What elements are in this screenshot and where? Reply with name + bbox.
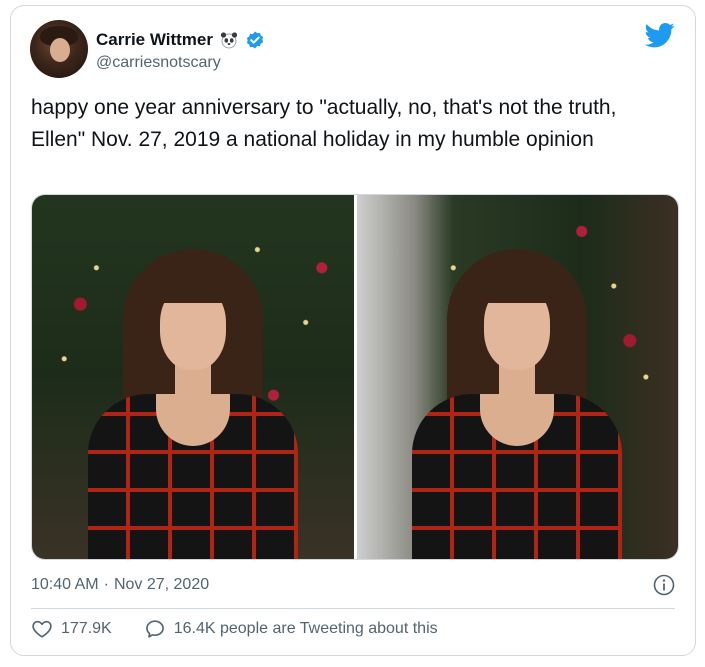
conversation-text: 16.4K people are Tweeting about this bbox=[173, 620, 438, 637]
tweet-photo-2[interactable] bbox=[356, 195, 678, 559]
tweet-media-grid bbox=[31, 194, 679, 560]
speech-bubble-icon bbox=[144, 618, 166, 640]
tweet-photo-1[interactable] bbox=[32, 195, 354, 559]
like-count: 177.9K bbox=[61, 620, 112, 637]
tweet-date: Nov 27, 2020 bbox=[113, 576, 210, 593]
tweet-actions: 177.9K 16.4K people are Tweeting about t… bbox=[31, 618, 470, 640]
author-avatar[interactable] bbox=[30, 20, 88, 78]
info-icon[interactable] bbox=[653, 574, 675, 596]
conversation-action[interactable]: 16.4K people are Tweeting about this bbox=[144, 618, 438, 640]
panda-face-icon bbox=[219, 30, 239, 50]
tweet-text: happy one year anniversary to "actually,… bbox=[31, 96, 617, 151]
like-action[interactable]: 177.9K bbox=[31, 618, 112, 640]
footer-divider bbox=[31, 608, 675, 609]
tweet-card[interactable]: Carrie Wittmer @carriesnotscary happy on… bbox=[10, 5, 696, 656]
photo-subject bbox=[78, 229, 308, 559]
tweet-time: 10:40 AM bbox=[31, 576, 99, 593]
photo-subject bbox=[402, 229, 632, 559]
tweet-timestamp[interactable]: 10:40 AM · Nov 27, 2020 bbox=[31, 576, 209, 594]
author-display-name[interactable]: Carrie Wittmer bbox=[96, 30, 213, 50]
author-name-row: Carrie Wittmer bbox=[96, 30, 265, 50]
twitter-bird-icon[interactable] bbox=[644, 20, 675, 50]
heart-icon bbox=[31, 618, 53, 640]
timestamp-separator: · bbox=[103, 576, 109, 593]
author-handle[interactable]: @carriesnotscary bbox=[96, 54, 221, 72]
avatar-face bbox=[50, 38, 70, 62]
verified-badge-icon bbox=[245, 30, 265, 50]
